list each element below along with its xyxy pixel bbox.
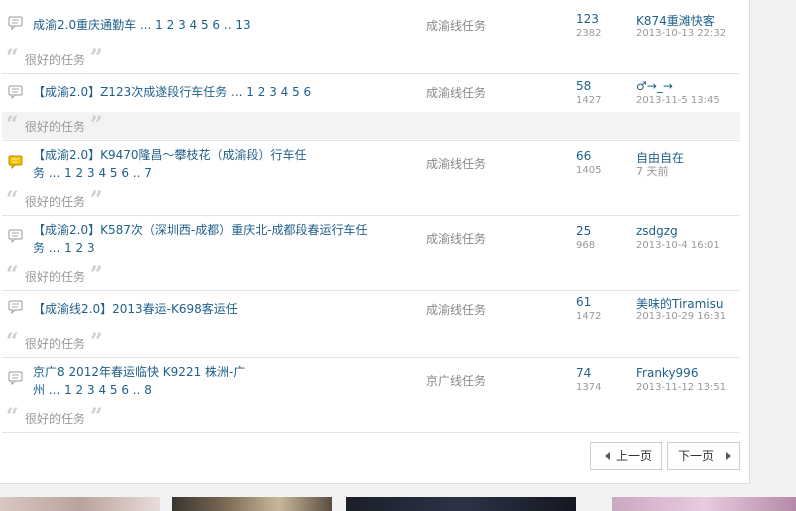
thread-summary: “ 很好的任务 ” [2,112,740,139]
thread-views: 1405 [576,165,602,176]
triangle-right-icon [726,452,731,460]
thread-forum[interactable]: 成渝线任务 [426,230,486,247]
thumbnail-strip [0,497,796,511]
thread-title-text[interactable]: 【成渝线2.0】2013春运-K698客运任 [33,302,238,316]
thread-summary-text: 很好的任务 [25,195,86,209]
thumbnail-image[interactable] [346,497,576,511]
thread-last-date: 2013-10-4 16:01 [636,240,720,251]
thread-last-date: 2013-10-29 16:31 [636,311,727,322]
thread-list-panel: 成渝2.0重庆通勤车 ... 1 2 3 4 5 6 .. 13 成渝线任务 1… [0,0,750,484]
thread-views: 968 [576,240,596,251]
thread-replies[interactable]: 58 [576,79,591,93]
thread-page-links[interactable]: ... 1 2 3 4 5 6 [231,85,311,99]
thread-replies[interactable]: 66 [576,149,591,163]
thumbnail-image[interactable] [0,497,160,511]
thread-last-author[interactable]: 美味的Tiramisu [636,295,723,312]
thread-forum[interactable]: 成渝线任务 [426,17,486,34]
comment-icon [8,229,23,243]
quote-close-icon: ” [90,187,103,213]
thread-row: 成渝2.0重庆通勤车 ... 1 2 3 4 5 6 .. 13 成渝线任务 1… [2,0,740,74]
thread-page-links[interactable]: ... 1 2 3 4 5 6 .. 7 [49,166,152,180]
prev-page-button[interactable]: 上一页 [590,442,662,470]
next-page-label: 下一页 [678,449,715,463]
quote-open-icon: “ [6,262,19,288]
quote-close-icon: ” [90,45,103,71]
thread-forum[interactable]: 成渝线任务 [426,155,486,172]
next-page-button[interactable]: 下一页 [667,442,740,470]
thread-title[interactable]: 【成渝2.0】Z123次成遂段行车任务 ... 1 2 3 4 5 6 [33,83,373,101]
thread-row: 【成渝2.0】K587次（深圳西-成都）重庆北-成都段春运行车任务 ... 1 … [2,216,740,291]
thread-last-date: 2013-11-5 13:45 [636,95,720,106]
thread-last-author[interactable]: Franky996 [636,366,698,380]
thread-last-date: 2013-11-12 13:51 [636,382,727,393]
thread-title-text[interactable]: 【成渝2.0】Z123次成遂段行车任务 [33,85,227,99]
thread-title[interactable]: 【成渝线2.0】2013春运-K698客运任 [33,300,373,318]
quote-close-icon: ” [90,404,103,430]
thread-replies[interactable]: 61 [576,295,591,309]
quote-close-icon: ” [90,329,103,355]
thread-last-author[interactable]: K874重滩快客 [636,12,715,29]
comment-icon [8,371,23,385]
thread-last-author[interactable]: ♂→_→ [636,79,673,93]
thread-summary: “ 很好的任务 ” [2,187,740,214]
thread-replies[interactable]: 74 [576,366,591,380]
thread-summary: “ 很好的任务 ” [2,45,740,72]
thread-page-links[interactable]: ... 1 2 3 4 5 6 .. 8 [49,383,152,397]
thread-views: 1472 [576,311,602,322]
thread-last-date: 2013-10-13 22:32 [636,28,727,39]
thread-summary: “ 很好的任务 ” [2,329,740,356]
prev-page-label: 上一页 [616,449,653,463]
thread-forum[interactable]: 京广线任务 [426,372,486,389]
thread-summary: “ 很好的任务 ” [2,262,740,289]
thread-row: 【成渝2.0】K9470隆昌～攀枝花（成渝段）行车任务 ... 1 2 3 4 … [2,141,740,216]
quote-open-icon: “ [6,329,19,355]
thread-summary-text: 很好的任务 [25,337,86,351]
thread-forum[interactable]: 成渝线任务 [426,301,486,318]
thread-last-author[interactable]: zsdgzg [636,224,678,238]
quote-open-icon: “ [6,112,19,138]
thread-page-links[interactable]: ... 1 2 3 [49,241,95,255]
thread-title[interactable]: 京广8 2012年春运临快 K9221 株洲-广州 ... 1 2 3 4 5 … [33,363,253,399]
thread-row: 京广8 2012年春运临快 K9221 株洲-广州 ... 1 2 3 4 5 … [2,358,740,433]
comment-icon [8,16,23,30]
thread-summary-text: 很好的任务 [25,412,86,426]
quote-close-icon: ” [90,262,103,288]
thread-summary-text: 很好的任务 [25,270,86,284]
thread-title[interactable]: 【成渝2.0】K587次（深圳西-成都）重庆北-成都段春运行车任务 ... 1 … [33,221,368,257]
quote-open-icon: “ [6,404,19,430]
thumbnail-image[interactable] [612,497,796,511]
triangle-left-icon [605,452,610,460]
new-comment-icon [8,155,23,169]
thread-title[interactable]: 【成渝2.0】K9470隆昌～攀枝花（成渝段）行车任务 ... 1 2 3 4 … [33,146,313,182]
comment-icon [8,85,23,99]
thread-summary-text: 很好的任务 [25,120,86,134]
thread-title-text[interactable]: 成渝2.0重庆通勤车 [33,18,136,32]
thread-title[interactable]: 成渝2.0重庆通勤车 ... 1 2 3 4 5 6 .. 13 [33,16,373,34]
quote-open-icon: “ [6,45,19,71]
thread-replies[interactable]: 123 [576,12,599,26]
thread-views: 1427 [576,95,602,106]
thread-summary: “ 很好的任务 ” [2,404,740,431]
thread-row: 【成渝2.0】Z123次成遂段行车任务 ... 1 2 3 4 5 6 成渝线任… [2,74,740,141]
thread-row: 【成渝线2.0】2013春运-K698客运任 成渝线任务 61 1472 美味的… [2,291,740,358]
thread-last-date: 7 天前 [636,165,669,178]
quote-close-icon: ” [90,112,103,138]
quote-open-icon: “ [6,187,19,213]
thread-forum[interactable]: 成渝线任务 [426,84,486,101]
thread-views: 1374 [576,382,602,393]
thread-views: 2382 [576,28,602,39]
comment-icon [8,300,23,314]
thread-summary-text: 很好的任务 [25,53,86,67]
thread-replies[interactable]: 25 [576,224,591,238]
thumbnail-image[interactable] [172,497,332,511]
thread-page-links[interactable]: ... 1 2 3 4 5 6 .. 13 [140,18,251,32]
